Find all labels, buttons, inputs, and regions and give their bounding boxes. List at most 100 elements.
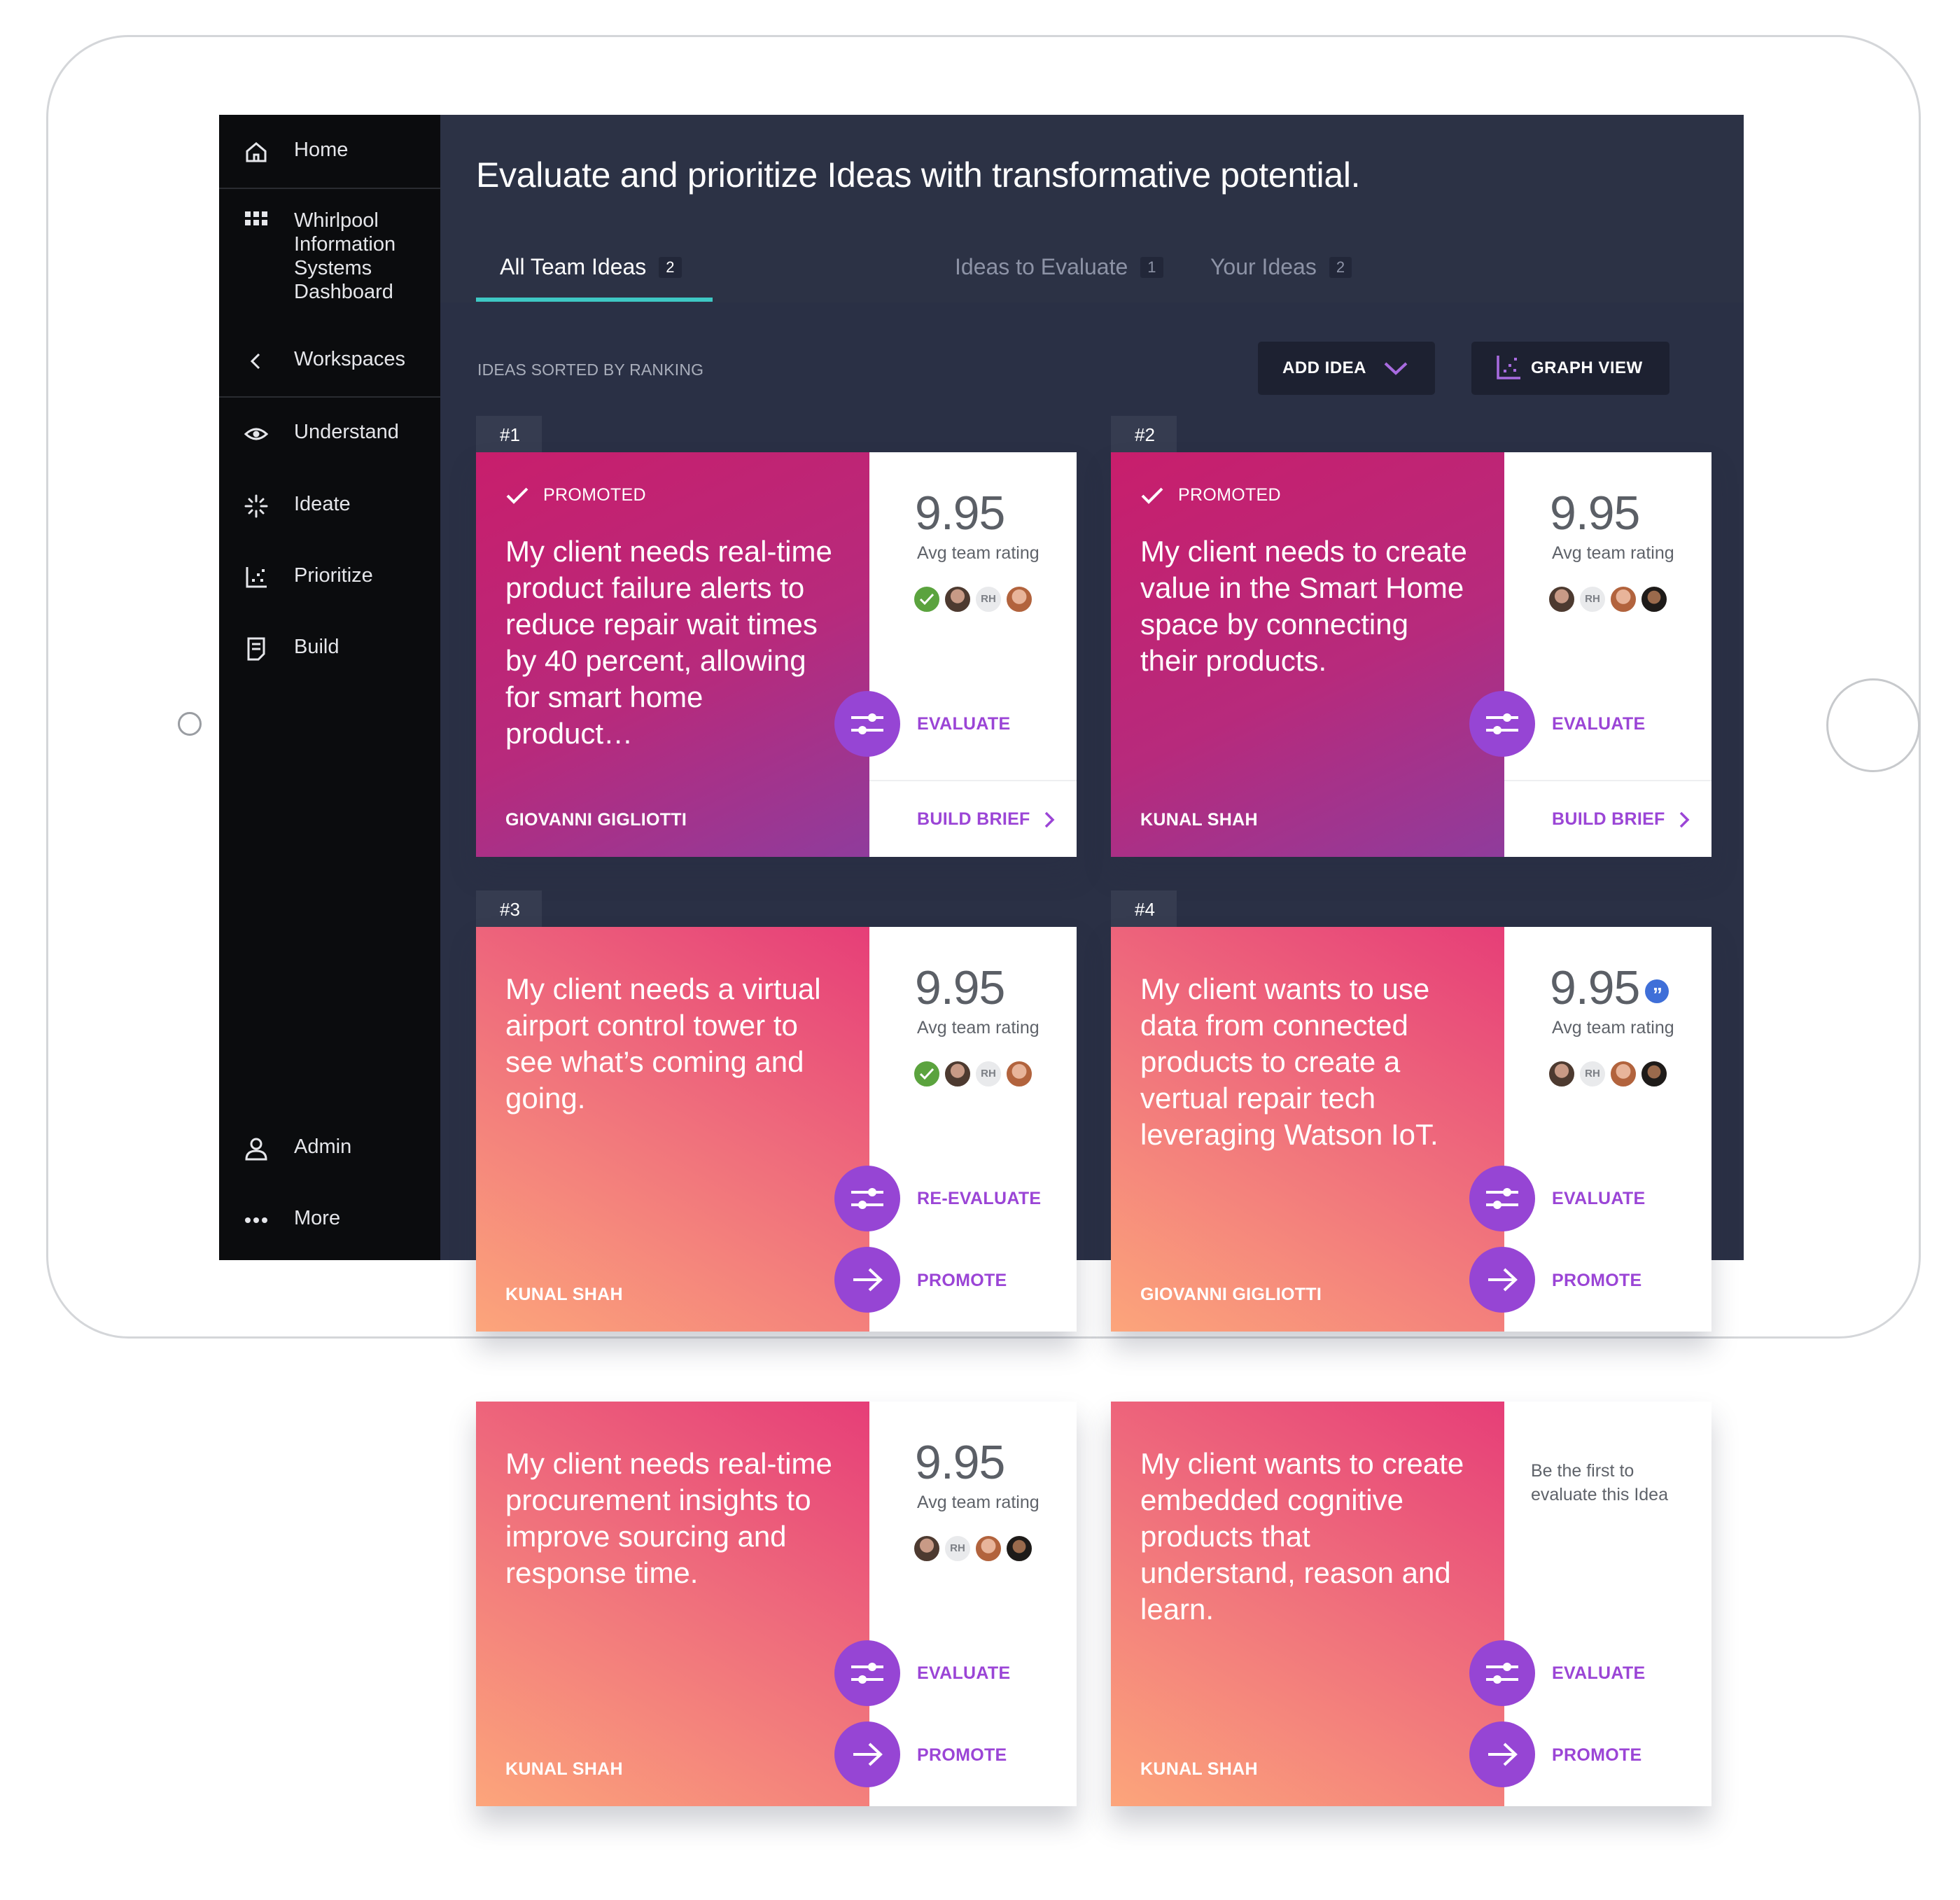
promote-link[interactable]: PROMOTE — [917, 1271, 1007, 1291]
idea-card[interactable]: My client needs a virtual airport contro… — [476, 927, 1077, 1332]
rank-tab: #3 — [476, 890, 542, 929]
build-brief-link[interactable]: BUILD BRIEF — [917, 809, 1057, 830]
avatar — [974, 1535, 1002, 1563]
tab-count-badge: 1 — [1140, 256, 1163, 278]
tab-your-ideas[interactable]: Your Ideas 2 — [1210, 254, 1352, 280]
sidebar-item-admin[interactable]: Admin — [219, 1135, 440, 1163]
scatter-chart-icon — [1497, 356, 1520, 379]
sidebar: Home Whirlpool Information Systems Dashb… — [219, 115, 440, 1260]
evaluator-avatars: RH — [913, 585, 1036, 613]
sidebar-item-more[interactable]: More — [219, 1206, 440, 1234]
rank-tab: #2 — [1111, 416, 1177, 454]
re-evaluate-link[interactable]: RE-EVALUATE — [917, 1189, 1041, 1209]
idea-summary[interactable]: My client needs real-time procurement in… — [476, 1402, 869, 1806]
promote-link[interactable]: PROMOTE — [1552, 1271, 1642, 1291]
avatar — [913, 1060, 941, 1088]
chevron-left-icon — [242, 347, 270, 375]
promoted-badge: PROMOTED — [505, 485, 646, 505]
add-idea-button[interactable]: ADD IDEA — [1258, 342, 1435, 395]
idea-summary[interactable]: My client wants to create embedded cogni… — [1111, 1402, 1504, 1806]
avg-score: 9.95 — [915, 487, 1005, 540]
sidebar-item-dashboard[interactable]: Whirlpool Information Systems Dashboard — [219, 209, 440, 304]
comment-quote-icon[interactable]: ” — [1645, 979, 1670, 1005]
idea-text: My client needs to create value in the S… — [1140, 535, 1467, 677]
eye-icon — [242, 420, 270, 448]
idea-card[interactable]: My client wants to create embedded cogni… — [1111, 1402, 1712, 1806]
idea-card[interactable]: My client needs real-time procurement in… — [476, 1402, 1077, 1806]
home-icon — [242, 138, 270, 166]
evaluate-button[interactable] — [834, 691, 900, 757]
rating-label: Avg team rating — [1552, 543, 1674, 563]
evaluate-button[interactable] — [1469, 1640, 1535, 1706]
avatar — [1005, 1060, 1033, 1088]
idea-text: My client wants to use data from connect… — [1140, 972, 1438, 1151]
evaluate-link[interactable]: EVALUATE — [1552, 1663, 1645, 1684]
promote-button[interactable] — [1469, 1721, 1535, 1787]
sliders-icon — [851, 1663, 883, 1684]
re-evaluate-button[interactable] — [834, 1166, 900, 1231]
promote-button[interactable] — [834, 1247, 900, 1313]
promote-link[interactable]: PROMOTE — [917, 1745, 1007, 1766]
evaluate-link[interactable]: EVALUATE — [1552, 1189, 1645, 1209]
avg-score: 9.95 — [915, 961, 1005, 1014]
idea-text: My client needs real-time procurement in… — [505, 1447, 832, 1589]
promote-link[interactable]: PROMOTE — [1552, 1745, 1642, 1766]
evaluator-avatars: RH — [1548, 1060, 1671, 1088]
evaluate-link[interactable]: EVALUATE — [917, 714, 1010, 734]
avatar — [1609, 585, 1637, 613]
evaluate-button[interactable] — [834, 1640, 900, 1706]
rating-label: Avg team rating — [917, 1018, 1040, 1038]
sidebar-item-understand[interactable]: Understand — [219, 420, 440, 448]
idea-card[interactable]: PROMOTED My client needs real-time produ… — [476, 452, 1077, 857]
more-icon — [242, 1206, 270, 1234]
sidebar-item-label: Admin — [294, 1136, 352, 1158]
idea-author: GIOVANNI GIGLIOTTI — [505, 810, 687, 830]
promoted-label: PROMOTED — [1178, 485, 1281, 505]
idea-card[interactable]: My client wants to use data from connect… — [1111, 927, 1712, 1332]
tab-label: All Team Ideas — [500, 254, 647, 279]
evaluate-button[interactable] — [1469, 691, 1535, 757]
sidebar-item-home[interactable]: Home — [219, 138, 440, 166]
sidebar-item-build[interactable]: Build — [219, 635, 440, 663]
main-header: Evaluate and prioritize Ideas with trans… — [440, 115, 1744, 302]
evaluate-button[interactable] — [1469, 1166, 1535, 1231]
idea-text: My client wants to create embedded cogni… — [1140, 1447, 1464, 1626]
tab-all-team-ideas[interactable]: All Team Ideas 2 — [500, 254, 682, 280]
tab-ideas-to-evaluate[interactable]: Ideas to Evaluate 1 — [955, 254, 1163, 280]
promote-button[interactable] — [1469, 1247, 1535, 1313]
check-icon — [919, 593, 934, 606]
rank-tab: #1 — [476, 416, 542, 454]
avatar — [1609, 1060, 1637, 1088]
idea-summary[interactable]: PROMOTED My client needs real-time produ… — [476, 452, 869, 857]
sidebar-item-label: Prioritize — [294, 564, 373, 587]
promote-button[interactable] — [834, 1721, 900, 1787]
avatar — [1548, 585, 1576, 613]
rating-label: Avg team rating — [917, 1493, 1040, 1512]
idea-summary[interactable]: My client wants to use data from connect… — [1111, 927, 1504, 1332]
sidebar-item-prioritize[interactable]: Prioritize — [219, 564, 440, 592]
active-tab-indicator — [476, 298, 713, 302]
scatter-icon — [242, 564, 270, 592]
sidebar-item-ideate[interactable]: Ideate — [219, 492, 440, 520]
home-hardware-button[interactable] — [1826, 678, 1920, 772]
sliders-icon — [1486, 1663, 1518, 1684]
sidebar-item-label: More — [294, 1207, 341, 1229]
idea-author: KUNAL SHAH — [1140, 1759, 1258, 1779]
evaluate-link[interactable]: EVALUATE — [1552, 714, 1645, 734]
arrow-right-icon — [1488, 1268, 1518, 1292]
sidebar-item-workspaces[interactable]: Workspaces — [219, 347, 440, 375]
graph-view-button[interactable]: GRAPH VIEW — [1471, 342, 1670, 395]
sidebar-item-label: Workspaces — [294, 348, 406, 370]
tab-label: Ideas to Evaluate — [955, 254, 1128, 279]
rating-panel: 9.95 Avg team rating RH RE-EVALUATE PROM… — [869, 927, 1077, 1332]
idea-summary[interactable]: PROMOTED My client needs to create value… — [1111, 452, 1504, 857]
avatar: RH — [974, 1060, 1002, 1088]
idea-text: My client needs real-time product failur… — [505, 535, 832, 750]
checkmark-icon — [506, 487, 528, 504]
idea-card[interactable]: PROMOTED My client needs to create value… — [1111, 452, 1712, 857]
evaluate-link[interactable]: EVALUATE — [917, 1663, 1010, 1684]
build-brief-link[interactable]: BUILD BRIEF — [1552, 809, 1692, 830]
evaluator-avatars: RH — [913, 1060, 1036, 1088]
idea-summary[interactable]: My client needs a virtual airport contro… — [476, 927, 869, 1332]
idea-text: My client needs a virtual airport contro… — [505, 972, 821, 1115]
